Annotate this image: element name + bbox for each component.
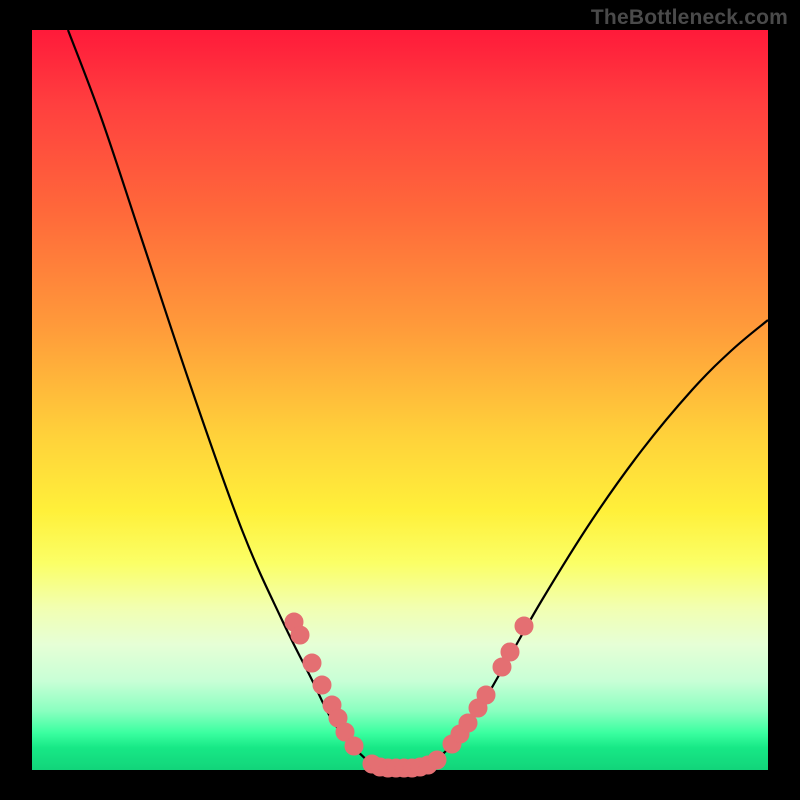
watermark-text: TheBottleneck.com: [591, 6, 788, 30]
bottleneck-curve-svg: [32, 30, 768, 770]
dot-left-1: [291, 626, 309, 644]
data-points: [285, 613, 533, 777]
dot-right-6: [501, 643, 519, 661]
curve-right: [420, 320, 768, 767]
dot-right-4: [477, 686, 495, 704]
chart-plot-area: [32, 30, 768, 770]
dot-left-7: [345, 737, 363, 755]
dot-left-2: [303, 654, 321, 672]
dot-left-3: [313, 676, 331, 694]
dot-right-7: [515, 617, 533, 635]
dot-bottom-8: [428, 751, 446, 769]
curve-left: [68, 30, 384, 767]
